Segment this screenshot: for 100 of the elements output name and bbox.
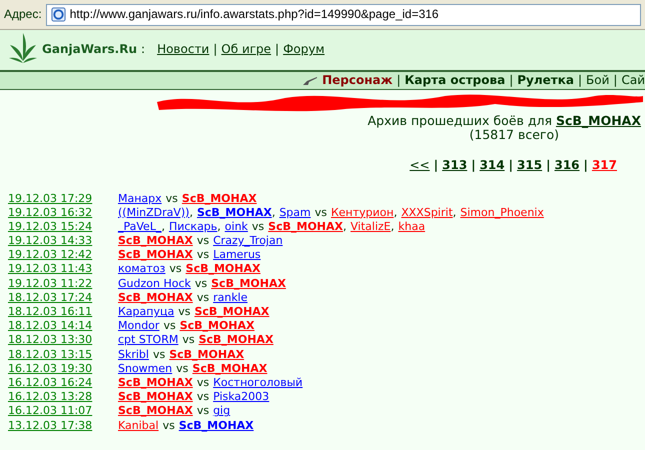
vs-text: vs [194,276,208,290]
battle-date-link[interactable]: 19.12.03 11:22 [8,278,118,290]
battle-date-link[interactable]: 13.12.03 17:38 [8,420,118,432]
nav-link-item[interactable]: Сай [621,74,645,88]
separator-text: | [396,74,401,88]
battle-date-link[interactable]: 18.12.03 14:14 [8,320,118,333]
battle-date-link[interactable]: 19.12.03 12:42 [8,249,118,262]
fighter-link[interactable]: ScB_MOHAX [182,192,257,205]
fighter-link[interactable]: ScB_MOHAX [169,348,244,361]
battle-date-link[interactable]: 19.12.03 17:29 [8,192,118,206]
fighter-link[interactable]: ScB_MOHAX [192,362,268,375]
fighter-link[interactable]: cpt STORM [118,333,178,346]
fighter-link[interactable]: _PaVeL_ [118,220,162,233]
header-link[interactable]: Об игре [221,43,272,57]
fighter-link[interactable]: rankle [213,290,248,304]
fighter-link[interactable]: Gudzon Hock [118,276,191,290]
page-link[interactable]: << [410,158,430,173]
fighter-link[interactable]: ScB_MOHAX [118,290,193,304]
header-link[interactable]: Новости [157,43,210,57]
fighter-link[interactable]: ScB_MOHAX [118,404,193,418]
vs-text: vs [196,390,210,404]
fighter-link[interactable]: VitalizE [350,220,391,233]
fighter-link[interactable]: ((MinZDraV)) [118,206,190,219]
nav-link-item[interactable]: Бой [586,74,610,88]
fighter-link[interactable]: ScB_MOHAX [180,319,255,332]
comma-text: , [452,206,456,219]
fighter-link[interactable]: Карапуца [118,305,174,318]
separator-text: | [509,74,514,88]
player-link[interactable]: ScB_MOHAX [556,113,641,128]
battle-date-link[interactable]: 16.12.03 11:07 [8,405,118,418]
fighter-link[interactable]: khaa [398,220,426,233]
battle-date-link[interactable]: 19.12.03 16:32 [8,206,118,220]
fighter-link[interactable]: Манарх [118,192,162,205]
vs-text: vs [252,220,264,233]
battle-date-link[interactable]: 19.12.03 15:24 [8,220,118,234]
page-link[interactable]: 317 [592,158,617,173]
vs-text: vs [166,192,178,205]
fighter-link[interactable]: Simon_Phoenix [460,206,544,219]
page-link[interactable]: 314 [480,158,505,173]
fighter-link[interactable]: oink [224,220,248,233]
fighter-link[interactable]: XXXSpirit [401,206,453,219]
archive-caption: Архив прошедших боёв для [368,113,552,128]
fighter-link[interactable]: ScB_MOHAX [178,418,254,432]
battle-date-link[interactable]: 16.12.03 16:24 [8,376,118,390]
separator-text: : [141,43,146,57]
nav-link-item[interactable]: Рулетка [517,74,574,88]
vs-text: vs [182,333,195,346]
battle-date-link[interactable]: 18.12.03 16:11 [8,306,118,319]
fighter-link[interactable]: ScB_MOHAX [118,248,193,262]
battle-date-link[interactable]: 18.12.03 17:24 [8,292,118,304]
fighter-link[interactable]: Spam [279,206,311,219]
vs-text: vs [196,404,210,418]
fighter-link[interactable]: Kanibal [118,418,159,432]
address-label: Адрес: [4,8,42,22]
fighter-link[interactable]: ScB_MOHAX [118,376,193,389]
nav-link-item[interactable]: Карта острова [404,74,506,88]
battle-date-link[interactable]: 18.12.03 13:15 [8,348,118,362]
address-field[interactable]: http://www.ganjawars.ru/info.awarstats.php?id=149990&page_id=316 [46,4,641,26]
comma-text: , [217,220,221,233]
nav-link-item[interactable]: Персонаж [322,74,393,88]
fighter-link[interactable]: Lamerus [213,248,261,262]
fighter-link[interactable]: ScB_MOHAX [268,220,343,233]
fighter-link[interactable]: Пискарь [168,220,218,233]
battle-date-link[interactable]: 19.12.03 14:33 [8,235,118,248]
separator-text: | [213,43,218,57]
separator-text: | [613,74,618,88]
fighter-link[interactable]: ScB_MOHAX [118,390,193,404]
page-link[interactable]: 313 [442,158,468,173]
fighter-link[interactable]: gig [213,404,230,418]
vs-text: vs [196,234,210,248]
fighter-link[interactable]: ScB_MOHAX [186,262,260,276]
battle-date-link[interactable]: 16.12.03 13:28 [8,391,118,404]
fighter-link[interactable]: Snowmen [118,362,172,375]
fighter-link[interactable]: ScB_MOHAX [198,333,274,346]
battle-date-link[interactable]: 19.12.03 11:43 [8,263,118,276]
fighter-link[interactable]: Crazy_Trojan [213,234,283,248]
fighter-link[interactable]: Mondor [118,319,160,332]
page-link[interactable]: 316 [554,158,580,173]
comma-text: , [390,220,394,233]
battle-date-link[interactable]: 18.12.03 13:30 [8,334,118,348]
fighter-link[interactable]: Кентурион [330,206,394,219]
separator-text: | [471,158,476,173]
fighter-link[interactable]: коматоз [118,262,166,276]
fighter-link[interactable]: Piska2003 [213,390,270,404]
fighter-link[interactable]: Костноголовый [213,376,303,389]
separator-text: | [508,158,514,173]
comma-text: , [161,220,165,233]
fighter-link[interactable]: ScB_MOHAX [118,234,193,248]
battle-date-link[interactable]: 16.12.03 19:30 [8,362,118,376]
fighter-link[interactable]: ScB_MOHAX [196,206,272,219]
page-link[interactable]: 315 [517,158,542,173]
vs-text: vs [178,305,190,318]
header-link[interactable]: Форум [283,43,325,57]
vs-text: vs [176,362,188,375]
comma-text: , [189,206,193,219]
fighter-link[interactable]: ScB_MOHAX [211,276,286,290]
separator-text: | [434,158,438,173]
site-name: GanjaWars.Ru [42,43,138,57]
fighter-link[interactable]: ScB_MOHAX [194,305,270,318]
fighter-link[interactable]: Skribl [118,348,149,361]
